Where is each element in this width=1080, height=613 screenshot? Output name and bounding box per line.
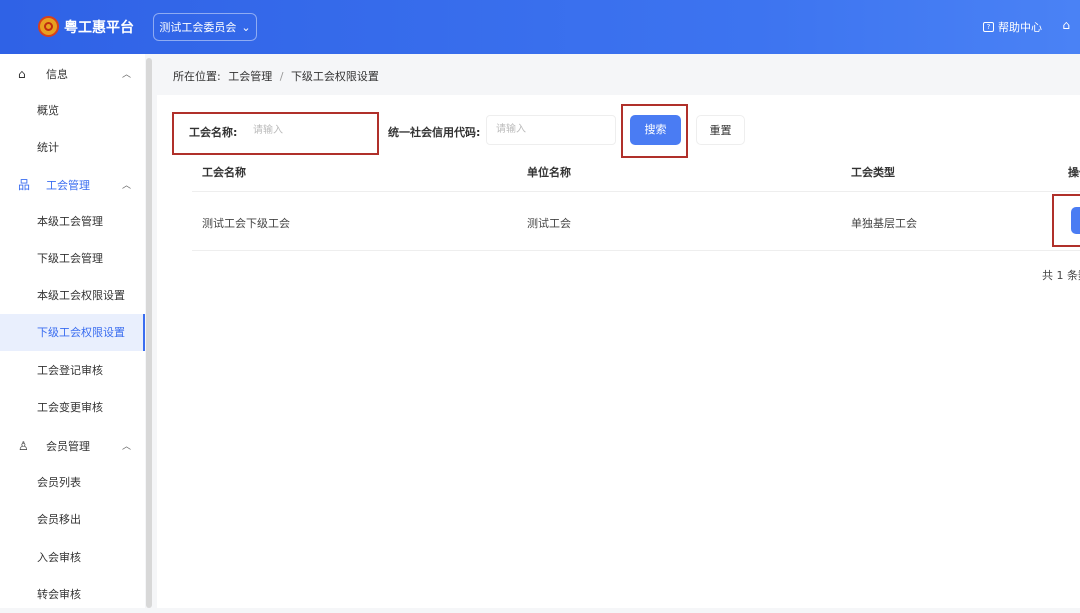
sidebar-item-member-removal[interactable]: 会员移出	[0, 501, 145, 538]
search-button[interactable]: 搜索	[630, 115, 681, 145]
content-panel	[157, 95, 1080, 608]
sidebar-item-local-union[interactable]: 本级工会管理	[0, 203, 145, 240]
credit-code-input[interactable]: 请输入	[486, 115, 616, 145]
breadcrumb: 所在位置: 工会管理 / 下级工会权限设置	[173, 68, 383, 84]
sidebar-scrollbar[interactable]	[146, 58, 152, 608]
union-logo-icon	[38, 16, 59, 37]
breadcrumb-prefix: 所在位置:	[173, 70, 221, 83]
chevron-up-icon: ︿	[121, 70, 131, 80]
divider	[192, 191, 1080, 192]
group-label: 会员管理	[46, 439, 90, 453]
sidebar-item-registration-review[interactable]: 工会登记审核	[0, 352, 145, 389]
chevron-up-icon: ︿	[121, 442, 131, 452]
org-select-value: 测试工会委员会	[159, 21, 237, 34]
chevron-down-icon: ⌄	[241, 20, 251, 34]
breadcrumb-separator: /	[279, 70, 284, 83]
union-name-input[interactable]: 请输入	[243, 116, 373, 146]
row-action-button[interactable]	[1071, 207, 1080, 234]
sidebar-group-info[interactable]: ⌂ 信息 ︿	[0, 55, 145, 92]
sidebar-item-change-review[interactable]: 工会变更审核	[0, 389, 145, 426]
col-header-actions: 操作	[1068, 166, 1080, 179]
sidebar-group-member-management[interactable]: ♙ 会员管理 ︿	[0, 427, 145, 464]
app-logo[interactable]: 粤工惠平台	[38, 16, 134, 37]
org-select[interactable]: 测试工会委员会 ⌄	[153, 13, 257, 41]
sidebar: ⌂ 信息 ︿ 概览 统计 品 工会管理 ︿ 本级工会管理 下级工会管理 本级工会权限设置…	[0, 54, 145, 608]
help-label: 帮助中心	[998, 21, 1042, 34]
users-icon: ♙	[18, 438, 29, 453]
cell-unit-name: 测试工会	[527, 217, 571, 230]
sidebar-item-sub-permissions[interactable]: 下级工会权限设置	[0, 314, 145, 351]
sidebar-item-member-list[interactable]: 会员列表	[0, 464, 145, 501]
cell-union-name: 测试工会下级工会	[202, 217, 290, 230]
sidebar-item-sub-union[interactable]: 下级工会管理	[0, 240, 145, 277]
credit-code-label: 统一社会信用代码:	[388, 126, 481, 139]
pagination-total: 共 1 条数据	[1042, 269, 1080, 282]
top-header: 粤工惠平台 测试工会委员会 ⌄ ? 帮助中心 ⌂	[0, 0, 1080, 54]
sidebar-item-join-review[interactable]: 入会审核	[0, 539, 145, 576]
chevron-up-icon: ︿	[121, 181, 131, 191]
sidebar-item-local-permissions[interactable]: 本级工会权限设置	[0, 277, 145, 314]
sidebar-item-stats[interactable]: 统计	[0, 129, 145, 166]
home-icon[interactable]: ⌂	[1062, 18, 1070, 32]
sidebar-item-transfer-review[interactable]: 转会审核	[0, 576, 145, 613]
union-name-label: 工会名称:	[189, 126, 238, 139]
breadcrumb-item[interactable]: 工会管理	[228, 70, 272, 83]
home-icon: ⌂	[18, 66, 26, 81]
col-header-union-name: 工会名称	[202, 166, 246, 179]
help-icon: ?	[983, 22, 994, 32]
reset-button[interactable]: 重置	[696, 115, 745, 145]
org-chart-icon: 品	[18, 178, 31, 192]
sidebar-group-union-management[interactable]: 品 工会管理 ︿	[0, 166, 145, 203]
col-header-union-type: 工会类型	[851, 166, 895, 179]
help-center-link[interactable]: ? 帮助中心	[983, 19, 1042, 35]
sidebar-item-overview[interactable]: 概览	[0, 92, 145, 129]
group-label: 信息	[46, 67, 68, 81]
app-name: 粤工惠平台	[64, 19, 134, 36]
divider	[192, 250, 1080, 251]
breadcrumb-current: 下级工会权限设置	[290, 70, 379, 83]
cell-union-type: 单独基层工会	[851, 217, 917, 230]
col-header-unit-name: 单位名称	[527, 166, 571, 179]
group-label: 工会管理	[46, 178, 90, 192]
